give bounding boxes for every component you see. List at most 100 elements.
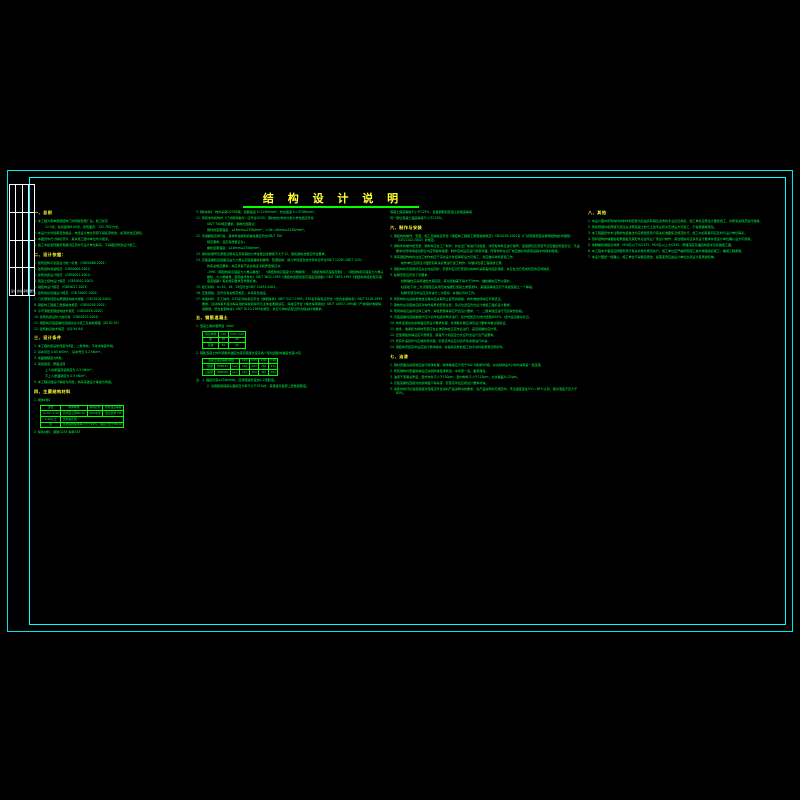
table-cell: 40: [218, 342, 229, 349]
masonry-material-table: 部位 砌体种类 砌筑砂浆 砂浆强度等级 -0.20～1.20 页岩实心砖MU10…: [39, 404, 125, 429]
table-cell: 注: [39, 421, 62, 429]
notes-column-2: 3. 钢材材料：构件采用Q235B钢，屈服强度 f=215N/mm²，抗拉强度 …: [196, 210, 384, 390]
note-item: 14. 钢结构安装完毕后应进行整体验收，并提供完整的施工技术资料和质量证明文件。: [390, 345, 506, 350]
note-item: 4. 钢结构的安装顺序应先主体后围护，安装时应对已安装好的构件采取临时固定措施，…: [390, 266, 553, 271]
note-item: 2. 所有钢构件表面除锈后应涂刷防锈底漆两道，中间漆一道，面漆两道。: [390, 368, 489, 373]
note-item: 同一部位混凝土强度等级不小于C25%。: [390, 216, 445, 221]
note-item: 1. 建筑结构可靠度设计统一标准 （GB50068-2001）: [34, 260, 108, 265]
note-item: 5. 地脚螺栓规格及材质：M16及以下为Q235，M20及以上为Q345，预埋深…: [588, 243, 735, 248]
note-item: 柱底板下的二次浇灌层应采用无收缩细石混凝土或灌浆料，其强度等级应高于基础混凝土一…: [401, 284, 536, 289]
note-item: 3. 油漆干漆膜总厚度：室外构件不小于150μm，室内构件不小于125μm，允许…: [390, 374, 520, 379]
note-item: 3. 地面粗糙度为B类。: [34, 356, 65, 361]
concrete-cover-table: 环境\构件 C20 C25～C45 梁 30 25 基础 40 40: [201, 330, 247, 349]
note-item: 8. 钢结构工程施工质量验收规范 （GB50205-2001）: [34, 302, 108, 307]
note-item: 11. 钢结构高强度螺栓连接的设计施工及验收规程（JGJ 82-91）: [34, 320, 121, 325]
note-item: 4. 施工中如发现图纸有疑问应及时与设计单位联系，不得擅自修改设计施工。: [34, 243, 139, 248]
note-item: 6. 本工程未尽事宜应按国家现行有关标准及规范执行，施工单位应严格按照施工技术规…: [588, 249, 745, 254]
cad-drawing-sheet: 设计 校对 审核 图号 结 构 设 计 说 明 一、总则 1. 本工程为某单层钢…: [0, 0, 800, 800]
note-item: 1. 本设计图中所有构件的制作和安装均应由具有相应资质的专业队伍承担，施工单位应…: [588, 218, 763, 223]
note-item: 1. 钢结构的制作、安装、施工及验收应符合《钢结构工程施工质量验收规范》GB50…: [390, 233, 573, 243]
note-item: 17. 焊接材料：手工焊时，E43系列焊条应符合《碳钢焊条》GB/T 5117-…: [196, 297, 383, 311]
note-item: 不上人屋面取值为 0.5 kN/m²。: [45, 374, 89, 379]
note-item: 16. 压型钢板：应符合有关规范规定，并具有合格证。: [196, 291, 269, 296]
table-row: 注 页岩砖的吸水率不大于25%，强度不低于MU10: [39, 421, 125, 429]
note-item: 6. 所有构件在运输和堆放过程中应采取防止变形的措施，构件堆放场地应平整坚实。: [390, 297, 504, 301]
note-item: 2. 建筑结构荷载规范 （GB50009-2001）: [34, 266, 93, 271]
note-item: 12. 普通螺栓应用C级，其材料性能和机械性能应符合GB/T 700: [196, 234, 283, 239]
table-cell: 二级钢: [201, 368, 216, 376]
note-item: 1. 混凝土保护层厚度（mm）: [196, 324, 237, 329]
note-item: 制作单位应按设计图纸和有关标准进行加工制作，并做好隐蔽工程验收记录。: [401, 260, 505, 265]
note-item: 上人的屋面荷载取值为 0.5 kN/m²；: [45, 368, 95, 373]
note-item: 2. 基本风压 0.65 kN/m²。 基本雪压 0.2 kN/m²。: [34, 350, 104, 355]
note-item: 7. 钢构件在吊装前应核对构件编号和安装位置，吊点位置应符合设计或施工组织设计要…: [390, 303, 513, 308]
note-item: 4. 高强度螺栓连接处的摩擦面不得涂漆，安装完毕后应按设计要求补涂。: [390, 380, 489, 385]
note-item: 钢材的屈服强度：≤16mm≥235N/mm²，>16～40mm≥225N/mm²…: [207, 228, 307, 233]
note-item: 1. 钢材表面在涂装前应进行除锈处理，除锈等级应不低于Sa2.5级或St3级，并…: [390, 362, 544, 367]
note-item: 3. 本工程图纸中未注明的构造做法均应按国家现行有关标准图集及规范执行，施工中如…: [588, 231, 748, 235]
note-item: 9. 高强度螺栓连接副施拧应分初拧和终拧两步进行，初拧扭矩应为终拧扭矩的50%，…: [390, 315, 532, 320]
note-item: 1. 砌体材料: [34, 398, 51, 403]
note-item: 3. 所有钢结构构件在加工制作前应于深化设计并经审核后方可施工，并应做好材料复验…: [390, 254, 516, 259]
note-item: 4. 围护结构的墙面板和屋面板及其配件应由专业厂家设计制作，其性能指标应满足设计…: [588, 237, 754, 242]
table-cell: HRB335: [214, 368, 231, 376]
note-item: 10. 建筑抗震设防分类标准 （GB50223-2004）: [34, 314, 101, 319]
section-heading-painting: 七、油漆: [390, 353, 409, 359]
table-header-cell: 混凝土强度等级\钢筋: [201, 357, 241, 365]
note-item: 3. 本图纸中尺寸除标高外，其余施工图中单位均为毫米。: [34, 237, 112, 242]
note-item: 的有关规定要求，并应具有产品合格证书和质量保证书；: [207, 264, 284, 269]
note-item: 柱脚锚栓应采用锚栓支架固定，其位置偏差不得大于5mm，锚栓螺纹应予以保护。: [401, 278, 513, 283]
notes-column-1: 一、总则 1. 本工程为某单层钢结构门式刚架轻钢厂房；檐口标高 12.5米，柱间…: [34, 210, 189, 436]
table-cell: 35d: [248, 368, 260, 376]
note-item: 8. 现场焊接应由持证焊工操作，焊缝质量等级应符合设计要求，一、二级焊缝应进行无…: [390, 309, 525, 314]
title-block: 设计 校对 审核 图号: [9, 184, 35, 296]
note-item: 12. 建筑桩基技术规范 （JGJ 94-94）: [34, 326, 86, 331]
note-item: 6. 建筑地基基础设计规范 （GB 50007-2002）: [34, 290, 100, 295]
note-item: 11. 所有零件和构件（门式刚架板件）应符合Q345，钢材的化学成分和力学性能应…: [196, 216, 314, 221]
note-item: 2. 焊条材料：钢筋Q235 焊条E43: [34, 430, 81, 435]
section-heading-reinforced-concrete: 五、钢筋混凝土: [196, 315, 229, 321]
note-item: 12.5米，柱间距离6.00米，建筑面积：152.78平方米。: [45, 224, 122, 229]
note-item: 9. 冷弯薄壁型钢结构技术规范 （GB50018-2002）: [34, 308, 105, 313]
note-item: -1991《钢结构用高强度大六角头螺栓》、《钢结构用高强度大六角螺母》、《钢结构…: [207, 270, 384, 284]
note-item: 注：1. 锚固长度≥250mm时，应按搭接长度的1.2倍取值。: [196, 377, 277, 382]
notes-column-3: 混凝土强度等级不小于C25%，且各钢筋和混凝土的强度等级 同一部位混凝土强度等级…: [390, 210, 582, 397]
note-item: 10. 构件连接处的摩擦面应按设计要求处理，抗滑移系数应满足设计要求并做试验验证…: [390, 321, 509, 326]
notes-column-4: 八、其他 1. 本设计图中所有构件的制作和安装均应由具有相应资质的专业队伍承担，…: [588, 210, 784, 261]
note-item: 柱脚安装完毕后应及时进行二次灌浆，并做好养护工作。: [401, 290, 478, 295]
note-item: 5. 涂装时的环境温度和相对湿度应符合涂料产品说明书的要求，当产品说明书无规定时…: [390, 386, 578, 396]
note-item: 13. 钢材的钢号及质量证明书应具有钢的力学性能且含碳量不大于12，硫和磷的含量…: [196, 252, 328, 257]
note-item: 1. 本工程为某单层钢结构门式刚架轻钢厂房；檐口标高: [34, 218, 108, 223]
section-heading-fabrication-installation: 六、制作与安装: [390, 224, 423, 230]
note-item: 7. 本设计图纸一经确认，施工单位不得擅自更改，如需变更应由设计单位出具设计变更…: [588, 255, 717, 260]
note-item: 14. 高强度螺栓连接副应由大六角头高强度螺栓和螺母、垫圈组成，其力学性能及技术…: [196, 258, 362, 263]
note-item: 2. 钢构件的制作和安装：钢构件应在工厂制作，并在出厂前进行试组装，对所有构件应…: [390, 244, 580, 253]
section-heading-design-conditions: 三、设计条件: [34, 335, 62, 341]
note-item: 4. 荷载取值：屋面活荷: [34, 362, 66, 367]
note-item: 2. 钢筋混凝土构件钢筋的锚固长度和搭接长度及各个受拉钢筋的锚固长度La见: [196, 350, 301, 355]
section-heading-materials: 四、主要结构材料: [34, 389, 71, 395]
table-row: 二级钢 HRB335 La= 44d 35d 31d 29d: [201, 368, 279, 376]
table-cell: 29d: [267, 368, 279, 376]
sheet-title: 结 构 设 计 说 明: [262, 192, 404, 205]
title-block-cell: [29, 185, 34, 212]
note-item: 12. 压型钢板的铺设应平整顺直，搭接尺寸和固定方式应符合设计及产品要求。: [390, 333, 497, 338]
note-item: 2. 本设计文件经审查合格后，未经设计单位同意不得任意修改，如有修改应通知。: [34, 231, 145, 235]
table-cell: 页岩砖的吸水率不大于25%，强度不低于MU10: [60, 421, 125, 429]
note-item: 7. 门式刚架轻型房屋钢结构技术规程 （CECS102:2002）: [34, 296, 114, 301]
title-block-band: [10, 240, 34, 269]
note-item: 规定要求，且应有质量证书；: [207, 240, 247, 245]
note-item: 4. 混凝土结构设计规范 （GB50010-2002）: [34, 278, 96, 283]
note-item: 2. 当钢筋搭接接头面积百分率不大于25%时，其搭接长度按上表数值取值。: [207, 383, 310, 388]
note-item: 螺栓屈服强度：≤16mm≥235N/mm²。: [207, 246, 263, 251]
section-heading-others: 八、其他: [588, 210, 607, 215]
title-block-band-signatures: 设计 校对 审核 图号: [10, 268, 34, 295]
note-item: 5. 钢结构设计规范 （GB50017-2003）: [34, 284, 90, 289]
title-block-band: [10, 212, 34, 241]
table-row: 基础 40 40: [201, 342, 247, 349]
note-item: 1. 本工程抗震设防烈度为6度，二类场地，不考虑地震作用。: [34, 344, 116, 349]
note-item: 5. 本工程基础设计等级为丙级，地基基础设计等级为丙级。: [34, 380, 115, 385]
table-header-cell: 环境\构件: [201, 330, 220, 338]
sheet-title-underline: [243, 206, 419, 209]
table-cell: 44d: [239, 368, 250, 376]
